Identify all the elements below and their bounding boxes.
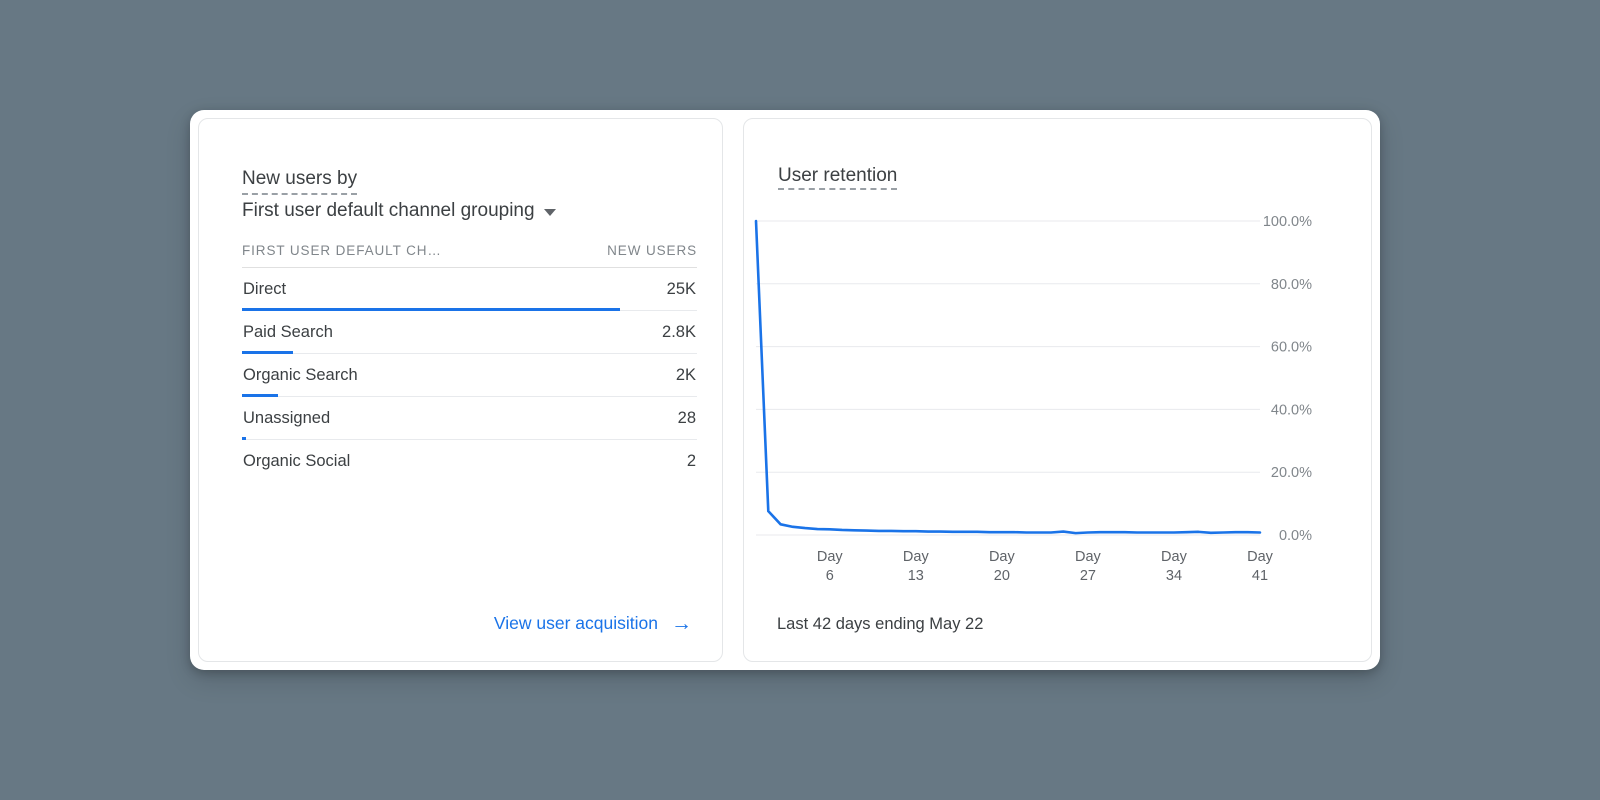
table-row[interactable]: Paid Search 2.8K <box>242 311 697 354</box>
table-row[interactable]: Unassigned 28 <box>242 397 697 440</box>
dashboard-panel: New users by First user default channel … <box>190 110 1380 670</box>
chart-gridlines <box>756 220 1260 536</box>
view-user-acquisition-label: View user acquisition <box>493 613 658 633</box>
table-row-label: Paid Search <box>243 323 333 341</box>
chart-x-tick-label: Day <box>817 549 844 565</box>
user-retention-card-body: User retention 0.0% 20.0% 40.0% 60.0% 80.0% 1… <box>744 119 1371 661</box>
chart-x-tick-label: Day <box>1247 549 1274 565</box>
table-row-label: Direct <box>243 280 287 298</box>
card-title-primary: New users by <box>242 165 358 195</box>
chart-x-tick-label: 20 <box>994 568 1010 584</box>
chart-y-tick-label: 80.0% <box>1271 277 1312 293</box>
chart-x-tick-label: 34 <box>1166 568 1182 584</box>
chart-y-tick-label: 60.0% <box>1271 340 1312 356</box>
card-title-line-1-wrap: New users by <box>242 165 688 195</box>
retention-line-series <box>754 219 1262 535</box>
arrow-right-icon: → <box>671 612 692 635</box>
cards-row: New users by First user default channel … <box>190 110 1380 670</box>
table-row-value: 25K <box>666 280 696 298</box>
caret-down-icon <box>543 208 556 216</box>
chart-y-tick-label: 100.0% <box>1263 214 1312 230</box>
table-row-label: Unassigned <box>243 409 331 427</box>
new-users-table: FIRST USER DEFAULT CH… NEW USERS Direct 2… <box>242 243 697 483</box>
table-row-value: 2K <box>675 366 696 384</box>
table-row[interactable]: Direct 25K <box>242 268 697 311</box>
dimension-selector[interactable]: First user default channel grouping <box>242 197 688 224</box>
table-row-content: Unassigned 28 <box>242 397 697 440</box>
new-users-card-body: New users by First user default channel … <box>199 119 722 661</box>
chart-x-axis-labels: Day 6 Day 13 Day 20 Day 27 Day 34 Day 41 <box>817 549 1274 584</box>
chart-x-tick-label: Day <box>903 549 930 565</box>
view-user-acquisition-link[interactable]: View user acquisition → <box>494 613 692 634</box>
table-row-content: Direct 25K <box>242 268 697 311</box>
table-row-value: 2 <box>686 452 696 470</box>
table-row-content: Organic Social 2 <box>242 440 697 483</box>
chart-y-tick-label: 40.0% <box>1271 402 1312 418</box>
retention-chart[interactable]: 0.0% 20.0% 40.0% 60.0% 80.0% 100.0% Day 6 Day 13… <box>744 207 1371 597</box>
chart-x-tick-label: 41 <box>1252 568 1268 584</box>
chart-x-tick-label: Day <box>1161 549 1188 565</box>
table-row[interactable]: Organic Social 2 <box>242 440 697 483</box>
user-retention-card: User retention 0.0% 20.0% 40.0% 60.0% 80.0% 1… <box>743 118 1372 662</box>
table-row[interactable]: Organic Search 2K <box>242 354 697 397</box>
table-row-label: Organic Social <box>243 452 351 470</box>
retention-chart-svg: 0.0% 20.0% 40.0% 60.0% 80.0% 100.0% Day 6 Day 13… <box>754 214 1312 584</box>
chart-x-tick-label: Day <box>989 549 1016 565</box>
chart-y-tick-label: 20.0% <box>1271 465 1312 481</box>
chart-y-tick-label: 0.0% <box>1279 528 1312 544</box>
column-header-metric[interactable]: NEW USERS <box>607 243 697 258</box>
table-row-content: Organic Search 2K <box>242 354 697 397</box>
table-row-value: 2.8K <box>662 323 696 341</box>
table-row-value: 28 <box>677 409 696 427</box>
table-header-row: FIRST USER DEFAULT CH… NEW USERS <box>242 243 697 268</box>
column-header-dimension[interactable]: FIRST USER DEFAULT CH… <box>242 243 442 258</box>
table-body: Direct 25K Paid Search 2.8K Organic Search 2K… <box>242 268 697 483</box>
new-users-card-title: New users by First user default channel … <box>242 165 688 224</box>
dimension-selector-label: First user default channel grouping <box>242 200 535 221</box>
chart-y-axis-labels: 0.0% 20.0% 40.0% 60.0% 80.0% 100.0% <box>1263 214 1312 544</box>
table-row-content: Paid Search 2.8K <box>242 311 697 354</box>
user-retention-card-title: User retention <box>778 165 898 190</box>
new-users-card: New users by First user default channel … <box>198 118 723 662</box>
chart-x-tick-label: 27 <box>1080 568 1096 584</box>
retention-date-range: Last 42 days ending May 22 <box>777 615 984 633</box>
table-row-label: Organic Search <box>243 366 358 384</box>
chart-x-tick-label: 6 <box>826 568 834 584</box>
chart-x-tick-label: 13 <box>908 568 924 584</box>
chart-x-tick-label: Day <box>1075 549 1102 565</box>
